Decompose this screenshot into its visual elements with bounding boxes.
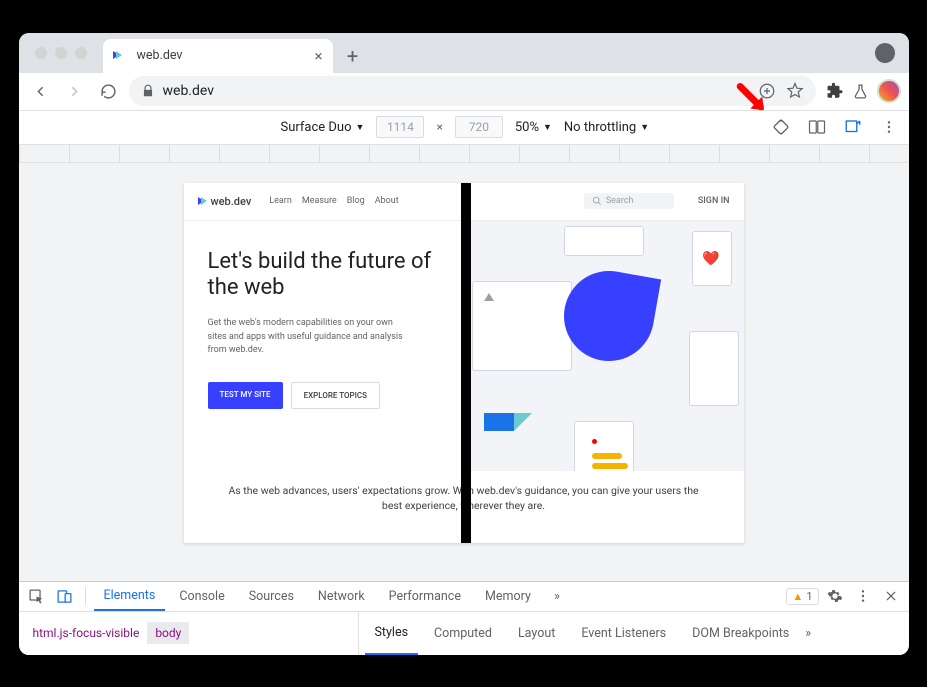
- dom-breadcrumbs: html.js-focus-visible body: [19, 612, 359, 655]
- rotate-icon[interactable]: [771, 117, 791, 137]
- profile-avatar[interactable]: [877, 79, 901, 103]
- styles-overflow-icon[interactable]: »: [805, 626, 811, 641]
- stab-computed[interactable]: Computed: [424, 612, 502, 655]
- tab-network[interactable]: Network: [308, 582, 375, 611]
- tab-sources[interactable]: Sources: [239, 582, 304, 611]
- warnings-badge[interactable]: ▲ 1: [786, 588, 818, 605]
- devtools-tabs: Elements Console Sources Network Perform…: [19, 582, 909, 612]
- stab-styles[interactable]: Styles: [365, 612, 419, 655]
- site-logo[interactable]: web.dev: [198, 195, 252, 208]
- close-dot[interactable]: [35, 47, 47, 59]
- tab-elements[interactable]: Elements: [94, 582, 166, 611]
- warning-icon: ▲: [792, 590, 803, 603]
- tab-performance[interactable]: Performance: [379, 582, 471, 611]
- device-more-icon[interactable]: [879, 117, 899, 137]
- close-icon[interactable]: ×: [314, 47, 322, 65]
- reload-button[interactable]: [95, 77, 123, 105]
- device-toolbar: Surface Duo▼ × 50%▼ No throttling▼: [19, 111, 909, 145]
- devtools-close-icon[interactable]: [879, 584, 903, 608]
- signin-link[interactable]: SIGN IN: [698, 196, 730, 206]
- nav-about[interactable]: About: [375, 196, 399, 206]
- width-input[interactable]: [376, 116, 424, 138]
- viewport-area: web.dev Learn Measure Blog About Search …: [19, 163, 909, 581]
- lock-icon: [141, 84, 155, 98]
- hero-subtitle: Get the web's modern capabilities on you…: [208, 317, 408, 358]
- extensions-area: [822, 79, 901, 103]
- nav-blog[interactable]: Blog: [347, 196, 365, 206]
- new-tab-button[interactable]: +: [339, 42, 367, 70]
- styles-tabs: Styles Computed Layout Event Listeners D…: [359, 612, 909, 655]
- forward-button[interactable]: [61, 77, 89, 105]
- height-input[interactable]: [455, 116, 503, 138]
- url-text: web.dev: [163, 83, 215, 99]
- device-selector[interactable]: Surface Duo▼: [281, 120, 365, 135]
- inspect-icon[interactable]: [25, 584, 49, 608]
- crumb-html[interactable]: html.js-focus-visible: [25, 622, 148, 644]
- devtools-subpanel: html.js-focus-visible body Styles Comput…: [19, 612, 909, 655]
- tab-console[interactable]: Console: [169, 582, 234, 611]
- extensions-icon[interactable]: [826, 82, 844, 100]
- hero-left: Let's build the future of the web Get th…: [184, 221, 464, 471]
- device-posture-icon[interactable]: [843, 117, 863, 137]
- tab-title: web.dev: [137, 48, 183, 63]
- hero-title: Let's build the future of the web: [208, 249, 440, 302]
- browser-toolbar: web.dev: [19, 73, 909, 111]
- device-frame[interactable]: web.dev Learn Measure Blog About Search …: [184, 183, 744, 543]
- profile-indicator-icon[interactable]: [875, 43, 895, 63]
- tab-memory[interactable]: Memory: [475, 582, 541, 611]
- annotation-arrow: [735, 83, 769, 117]
- test-site-button[interactable]: TEST MY SITE: [208, 382, 283, 409]
- logo-icon: [198, 195, 207, 208]
- dimension-x: ×: [436, 120, 442, 134]
- tab-strip: web.dev × +: [19, 33, 909, 73]
- nav-learn[interactable]: Learn: [269, 196, 292, 206]
- devtools-more-icon[interactable]: [851, 584, 875, 608]
- settings-icon[interactable]: [823, 584, 847, 608]
- site-nav: Learn Measure Blog About: [269, 196, 398, 206]
- dual-screen-icon[interactable]: [807, 117, 827, 137]
- site-search[interactable]: Search: [584, 193, 674, 209]
- stab-layout[interactable]: Layout: [508, 612, 565, 655]
- ruler: [19, 145, 909, 163]
- throttle-selector[interactable]: No throttling▼: [564, 120, 649, 135]
- bookmark-star-icon[interactable]: [786, 82, 804, 100]
- search-icon: [592, 196, 602, 206]
- browser-tab[interactable]: web.dev ×: [103, 39, 333, 73]
- stab-event-listeners[interactable]: Event Listeners: [571, 612, 676, 655]
- devtools-panel: Elements Console Sources Network Perform…: [19, 581, 909, 655]
- device-toggle-icon[interactable]: [53, 584, 77, 608]
- back-button[interactable]: [27, 77, 55, 105]
- tab-favicon: [113, 48, 129, 64]
- window-controls[interactable]: [27, 47, 95, 67]
- crumb-body[interactable]: body: [147, 622, 189, 644]
- max-dot[interactable]: [75, 47, 87, 59]
- address-bar[interactable]: web.dev: [129, 76, 816, 106]
- tabs-overflow-icon[interactable]: »: [545, 584, 569, 608]
- labs-icon[interactable]: [852, 83, 869, 100]
- min-dot[interactable]: [55, 47, 67, 59]
- explore-topics-button[interactable]: EXPLORE TOPICS: [291, 382, 380, 409]
- nav-measure[interactable]: Measure: [302, 196, 337, 206]
- hero-illustration: ❤️: [464, 221, 744, 471]
- zoom-selector[interactable]: 50%▼: [515, 120, 552, 135]
- device-hinge: [461, 183, 471, 543]
- browser-window: web.dev × + web.dev: [19, 33, 909, 655]
- stab-dom-breakpoints[interactable]: DOM Breakpoints: [682, 612, 799, 655]
